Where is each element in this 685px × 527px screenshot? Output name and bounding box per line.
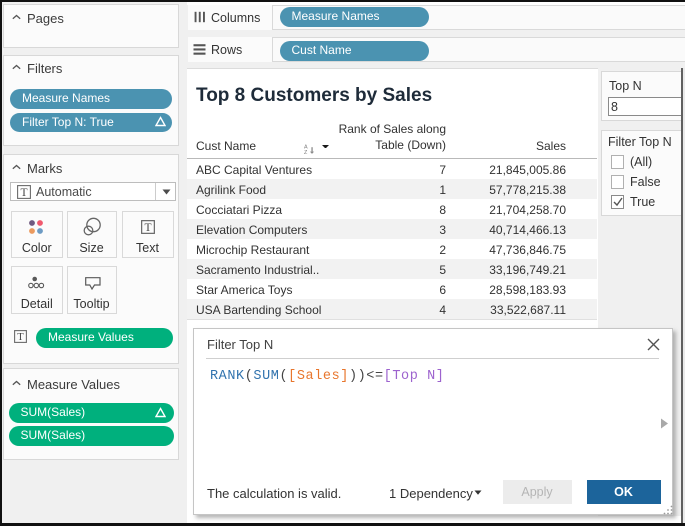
svg-text:T: T	[144, 222, 151, 234]
svg-text:T: T	[20, 187, 27, 199]
svg-text:T: T	[17, 332, 24, 343]
